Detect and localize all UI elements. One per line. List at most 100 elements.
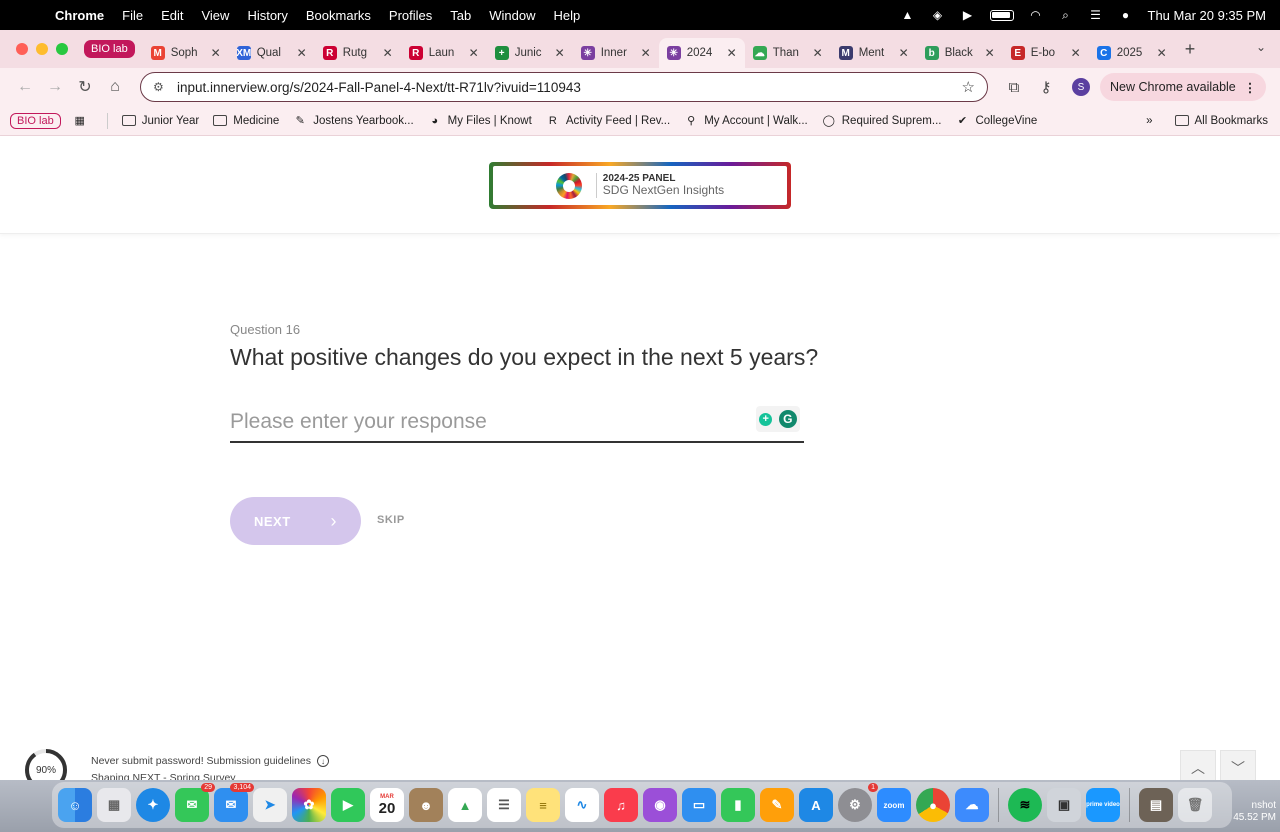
numbers-icon[interactable]: ▮ (721, 788, 755, 822)
spotlight-search-icon[interactable]: ⌕ (1058, 8, 1074, 22)
mail-icon[interactable]: ✉ 3,104 (214, 783, 254, 822)
safari-icon[interactable]: ✦ (136, 788, 170, 822)
spotify-icon[interactable]: ≋ (1008, 788, 1042, 822)
browser-tab[interactable]: E E-bo ✕ (1003, 38, 1089, 68)
browser-tab[interactable]: C 2025 ✕ (1089, 38, 1175, 68)
menu-help[interactable]: Help (545, 8, 590, 23)
messages-icon[interactable]: ✉ 29 (175, 783, 215, 822)
screenshot-thumbnail[interactable]: nshot 45.52 PM (1233, 800, 1276, 824)
submission-notice-text[interactable]: Never submit password! Submission guidel… (91, 755, 311, 767)
browser-tab[interactable]: b Black ✕ (917, 38, 1003, 68)
extensions-icon[interactable]: ⧉ (998, 79, 1030, 96)
browser-tab[interactable]: R Rutg ✕ (315, 38, 401, 68)
menu-tab[interactable]: Tab (441, 8, 480, 23)
close-tab-icon[interactable]: ✕ (641, 46, 651, 60)
all-bookmarks-folder[interactable]: All Bookmarks (1174, 115, 1268, 127)
finder-icon[interactable]: ☺ (58, 788, 92, 822)
tab-group-chip[interactable]: BIO lab (84, 40, 135, 58)
prime-video-icon[interactable]: prime video (1086, 788, 1120, 822)
pages-icon[interactable]: ✎ (760, 788, 794, 822)
keynote-icon[interactable]: ▭ (682, 788, 716, 822)
close-tab-icon[interactable]: ✕ (555, 46, 565, 60)
weather-icon[interactable]: ☁ (955, 788, 989, 822)
siri-icon[interactable]: ● (1118, 8, 1134, 22)
browser-tab[interactable]: R Laun ✕ (401, 38, 487, 68)
browser-tab[interactable]: + Junic ✕ (487, 38, 573, 68)
more-menu-icon[interactable]: ⋮ (1244, 80, 1257, 95)
close-tab-icon[interactable]: ✕ (1157, 46, 1167, 60)
close-window-button[interactable] (16, 43, 28, 55)
minimize-window-button[interactable] (36, 43, 48, 55)
bookmark-item[interactable]: Medicine (213, 115, 279, 127)
reload-button[interactable]: ↻ (70, 77, 100, 97)
google-drive-icon[interactable]: ▲ (448, 788, 482, 822)
info-icon[interactable]: ↓ (317, 755, 330, 767)
profile-avatar[interactable]: S (1072, 78, 1090, 96)
menubar-clock[interactable]: Thu Mar 20 9:35 PM (1148, 8, 1267, 23)
site-info-icon[interactable]: ⚙ (153, 80, 171, 94)
bookmark-group-chip[interactable]: BIO lab (10, 112, 61, 129)
notes-icon[interactable]: ≡ (526, 788, 560, 822)
bookmark-item[interactable]: ◕ My Files | Knowt (428, 115, 531, 127)
tab-search-chevron-icon[interactable]: ⌄ (1256, 40, 1266, 54)
bookmark-item[interactable]: ✎ Jostens Yearbook... (293, 115, 414, 128)
app-store-icon[interactable]: A (799, 788, 833, 822)
browser-tab[interactable]: ✳ 2024 ✕ (658, 38, 745, 68)
grammarly-widget[interactable]: + G (756, 406, 800, 432)
menu-edit[interactable]: Edit (152, 8, 192, 23)
browser-tab[interactable]: XM Qual ✕ (229, 38, 315, 68)
grammarly-add-icon[interactable]: + (759, 412, 773, 426)
bookmark-item[interactable]: Junior Year (121, 115, 199, 127)
bookmark-item[interactable]: ✔ CollegeVine (955, 115, 1037, 128)
grammarly-logo-icon[interactable]: G (778, 410, 797, 428)
calendar-icon[interactable]: MAR 20 (370, 788, 404, 822)
launchpad-icon[interactable]: ▦ (97, 788, 131, 822)
downloads-stack-icon[interactable]: ▤ (1139, 788, 1173, 822)
next-question-button[interactable]: ﹀ (1220, 750, 1256, 780)
drive-status-icon[interactable]: ▲ (900, 8, 916, 22)
bookmark-item[interactable]: ◯ Required Suprem... (822, 115, 942, 128)
menu-bookmarks[interactable]: Bookmarks (297, 8, 380, 23)
close-tab-icon[interactable]: ✕ (383, 46, 393, 60)
browser-tab[interactable]: ✳ Inner ✕ (573, 38, 659, 68)
control-center-icon[interactable]: ☰ (1088, 8, 1104, 22)
podcasts-icon[interactable]: ◉ (643, 788, 677, 822)
close-tab-icon[interactable]: ✕ (813, 46, 823, 60)
close-tab-icon[interactable]: ✕ (297, 46, 307, 60)
next-button[interactable]: NEXT › (230, 497, 361, 545)
response-input[interactable] (230, 403, 804, 443)
facetime-icon[interactable]: ▶ (331, 788, 365, 822)
password-key-icon[interactable]: ⚷ (1030, 78, 1062, 96)
forward-button[interactable]: → (40, 78, 70, 96)
close-tab-icon[interactable]: ✕ (211, 46, 221, 60)
close-tab-icon[interactable]: ✕ (899, 46, 909, 60)
more-bookmarks-icon[interactable]: » (1146, 115, 1152, 127)
close-tab-icon[interactable]: ✕ (1071, 46, 1081, 60)
address-bar[interactable]: ⚙ input.innerview.org/s/2024-Fall-Panel-… (140, 72, 988, 102)
chrome-icon[interactable]: ● (916, 788, 950, 822)
menu-history[interactable]: History (238, 8, 296, 23)
trash-icon[interactable]: 🗑 (1178, 788, 1212, 822)
bookmark-item[interactable]: ⚲ My Account | Walk... (684, 115, 808, 128)
previous-question-button[interactable]: ︿ (1180, 750, 1216, 780)
browser-tab[interactable]: M Ment ✕ (831, 38, 917, 68)
menu-view[interactable]: View (192, 8, 238, 23)
zoom-window-button[interactable] (56, 43, 68, 55)
update-chrome-button[interactable]: New Chrome available ⋮ (1100, 73, 1267, 101)
music-icon[interactable]: ♫ (604, 788, 638, 822)
play-status-icon[interactable]: ▶ (960, 8, 976, 22)
menu-file[interactable]: File (113, 8, 152, 23)
battery-icon[interactable] (989, 9, 1014, 21)
browser-tab[interactable]: ☁ Than ✕ (745, 38, 831, 68)
skip-button[interactable]: SKIP (377, 514, 405, 526)
close-tab-icon[interactable]: ✕ (727, 46, 737, 60)
browser-tab[interactable]: M Soph ✕ (143, 38, 229, 68)
apps-grid-icon[interactable]: ▦ (73, 115, 93, 127)
zoom-icon[interactable]: zoom (877, 788, 911, 822)
grammarly-status-icon[interactable]: ◈ (930, 8, 946, 22)
maps-icon[interactable]: ➤ (253, 788, 287, 822)
system-settings-icon[interactable]: ⚙ 1 (838, 783, 878, 822)
bookmark-item[interactable]: R Activity Feed | Rev... (546, 115, 670, 127)
bookmark-star-icon[interactable]: ☆ (962, 78, 975, 96)
freeform-icon[interactable]: ∿ (565, 788, 599, 822)
